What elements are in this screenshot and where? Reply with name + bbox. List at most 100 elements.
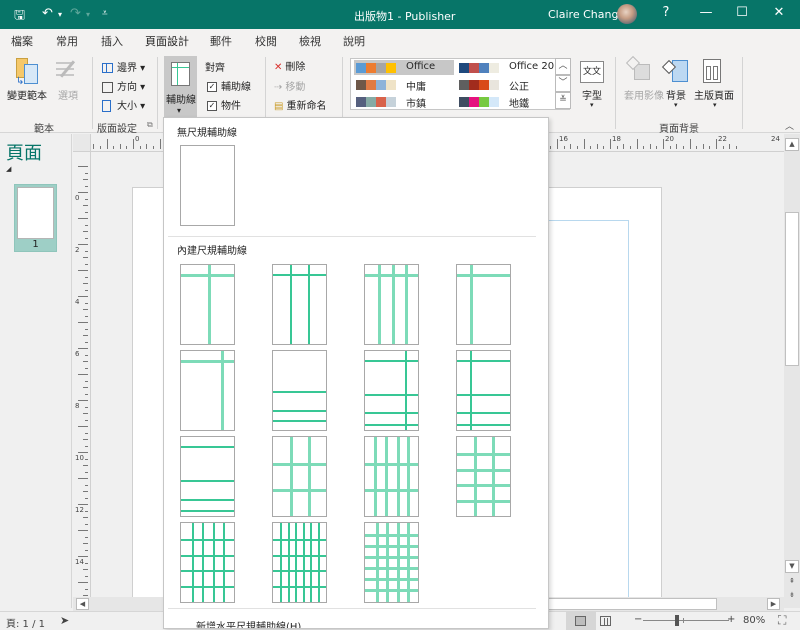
maximize-button[interactable]: ☐ bbox=[727, 5, 757, 20]
ruler-corner[interactable] bbox=[73, 134, 91, 152]
gallery-expand-icon[interactable]: ≚ bbox=[555, 92, 571, 109]
guides-checkbox[interactable]: ✓ 輔助線 bbox=[207, 78, 251, 93]
horizontal-guide-line bbox=[181, 586, 234, 588]
guide-preset[interactable] bbox=[272, 264, 327, 345]
horizontal-guide-line bbox=[457, 453, 510, 456]
size-button[interactable]: 大小 ▾ bbox=[102, 97, 145, 112]
ruler-tick bbox=[83, 361, 88, 362]
guide-preset[interactable] bbox=[272, 350, 327, 431]
scheme-office[interactable]: Office bbox=[354, 60, 454, 75]
tab-help[interactable]: 說明 bbox=[343, 33, 365, 49]
master-pages-button[interactable]: 主版頁面 bbox=[694, 87, 734, 102]
vertical-guide-line bbox=[308, 265, 310, 344]
tab-insert[interactable]: 插入 bbox=[101, 33, 123, 49]
guide-preset[interactable] bbox=[364, 350, 419, 431]
vertical-scroll-thumb[interactable] bbox=[785, 212, 799, 366]
scheme-fair[interactable]: 公正 bbox=[457, 77, 557, 93]
customize-toolbar-icon[interactable]: ⩡ bbox=[102, 8, 108, 19]
guide-preset[interactable] bbox=[272, 522, 327, 603]
scroll-up-button[interactable]: ▲ bbox=[785, 138, 799, 151]
zoom-slider-thumb[interactable] bbox=[675, 615, 680, 626]
vertical-scrollbar[interactable]: ▲ ▼ ⇞ ⇟ bbox=[784, 134, 800, 608]
change-template-button[interactable]: 變更範本 bbox=[7, 87, 47, 102]
avatar[interactable] bbox=[617, 4, 637, 24]
single-page-view-button[interactable] bbox=[566, 612, 596, 630]
scheme-swatch bbox=[489, 63, 499, 73]
horizontal-guide-line bbox=[181, 510, 234, 512]
help-button[interactable]: ? bbox=[651, 5, 681, 20]
zoom-level[interactable]: 80% bbox=[743, 615, 765, 626]
scheme-moderate[interactable]: 中庸 bbox=[354, 77, 454, 93]
delete-page-button[interactable]: ✕ 刪除 bbox=[274, 58, 305, 73]
orientation-button[interactable]: 方向 ▾ bbox=[102, 78, 145, 93]
user-name[interactable]: Claire Chang bbox=[548, 8, 618, 21]
guide-preset[interactable] bbox=[272, 436, 327, 517]
ruler-tick bbox=[735, 146, 737, 149]
fonts-dropdown-icon[interactable]: ▾ bbox=[590, 101, 594, 109]
dialog-launcher-icon[interactable]: ⧉ bbox=[147, 120, 153, 130]
tab-home[interactable]: 常用 bbox=[56, 33, 78, 49]
ruler-tick bbox=[85, 562, 88, 564]
close-button[interactable]: ✕ bbox=[764, 5, 794, 20]
scheme-civic[interactable]: 市鎮 bbox=[354, 94, 454, 110]
scroll-left-button[interactable]: ◀ bbox=[76, 598, 89, 610]
tab-review[interactable]: 校閱 bbox=[255, 33, 277, 49]
guides-button[interactable]: 輔助線 ▾ bbox=[164, 56, 197, 120]
scheme-swatch bbox=[469, 80, 479, 90]
save-icon[interactable]: 🖫 bbox=[14, 6, 25, 28]
next-page-icon[interactable]: ⇟ bbox=[785, 590, 799, 603]
guide-preset[interactable] bbox=[180, 350, 235, 431]
vertical-guide-line bbox=[385, 437, 388, 516]
guide-preset[interactable] bbox=[180, 264, 235, 345]
undo-dropdown-icon[interactable]: ▾ bbox=[58, 10, 62, 19]
margins-button[interactable]: 邊界 ▾ bbox=[102, 59, 145, 74]
vertical-ruler[interactable]: 0 2 4 6 8 10 12 14 bbox=[73, 152, 91, 597]
guides-label: 輔助線 bbox=[166, 95, 196, 106]
page-thumbnail[interactable]: 1 bbox=[14, 184, 57, 252]
scheme-office-2007[interactable]: Office 20... bbox=[457, 60, 564, 75]
guide-preset[interactable] bbox=[456, 436, 511, 517]
background-dropdown-icon[interactable]: ▾ bbox=[674, 101, 678, 109]
guide-preset[interactable] bbox=[364, 436, 419, 517]
page-info[interactable]: 頁: 1 / 1 bbox=[6, 615, 45, 630]
two-page-view-button[interactable] bbox=[600, 616, 611, 626]
guide-preset[interactable] bbox=[180, 436, 235, 517]
ruler-tick bbox=[629, 146, 631, 149]
scheme-swatch bbox=[356, 97, 366, 107]
scroll-right-button[interactable]: ▶ bbox=[767, 598, 780, 610]
tab-file[interactable]: 檔案 bbox=[11, 33, 33, 49]
add-horizontal-guide-item[interactable]: 新增水平尺規輔助線(H) bbox=[196, 618, 301, 628]
horizontal-guide-line bbox=[365, 463, 418, 466]
ruler-tick bbox=[557, 139, 558, 149]
scheme-metro[interactable]: 地鐵 bbox=[457, 94, 557, 110]
guide-preset[interactable] bbox=[180, 522, 235, 603]
rename-page-button[interactable]: ▤ 重新命名 bbox=[274, 97, 326, 112]
collapse-ribbon-icon[interactable]: ︿ bbox=[785, 119, 794, 132]
guide-preset[interactable] bbox=[456, 264, 511, 345]
tab-page-design[interactable]: 頁面設計 bbox=[145, 33, 189, 54]
fonts-button[interactable]: 字型 bbox=[582, 87, 602, 102]
zoom-slider[interactable] bbox=[643, 620, 729, 621]
objects-checkbox[interactable]: ✓ 物件 bbox=[207, 97, 241, 112]
no-guides-option[interactable] bbox=[180, 145, 235, 226]
previous-page-icon[interactable]: ⇞ bbox=[785, 576, 799, 589]
minimize-button[interactable]: — bbox=[691, 5, 721, 20]
guide-preset[interactable] bbox=[456, 350, 511, 431]
background-button[interactable]: 背景 bbox=[666, 87, 686, 102]
zoom-in-button[interactable]: + bbox=[727, 614, 735, 625]
tab-mailings[interactable]: 郵件 bbox=[210, 33, 232, 49]
scroll-up-icon[interactable]: ︿ bbox=[555, 58, 571, 75]
master-pages-dropdown-icon[interactable]: ▾ bbox=[713, 101, 717, 109]
scroll-down-button[interactable]: ▼ bbox=[785, 560, 799, 573]
tab-view[interactable]: 檢視 bbox=[299, 33, 321, 49]
fit-page-icon[interactable]: ⛶ bbox=[778, 613, 786, 628]
margins-label: 邊界 ▾ bbox=[117, 63, 146, 74]
undo-icon[interactable]: ↶ bbox=[42, 6, 53, 21]
guide-preset[interactable] bbox=[364, 522, 419, 603]
scroll-down-icon[interactable]: ﹀ bbox=[555, 75, 571, 92]
collapse-triangle-icon[interactable]: ◢ bbox=[6, 165, 11, 173]
zoom-out-button[interactable]: − bbox=[634, 614, 642, 625]
horizontal-scroll-thumb[interactable] bbox=[543, 598, 717, 610]
guide-preset[interactable] bbox=[364, 264, 419, 345]
horizontal-guide-line bbox=[365, 394, 418, 396]
